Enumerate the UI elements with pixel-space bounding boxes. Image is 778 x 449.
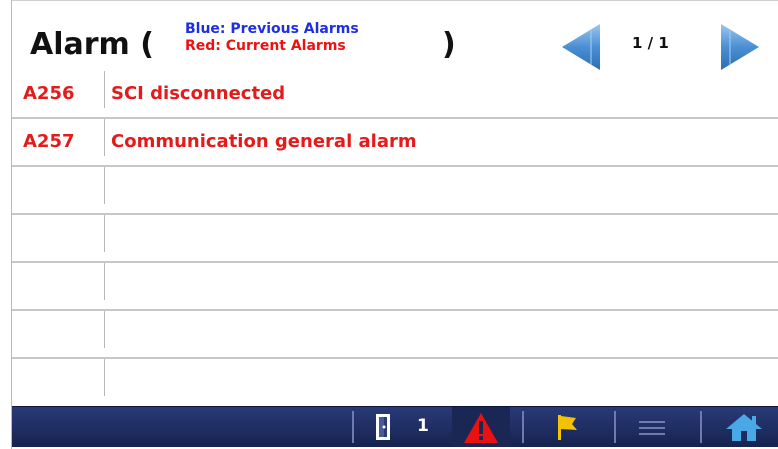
home-icon[interactable]	[724, 412, 764, 442]
legend-previous-alarms: Blue: Previous Alarms	[185, 21, 359, 37]
alarm-row[interactable]: A256 SCI disconnected	[12, 71, 778, 119]
column-divider	[104, 119, 105, 156]
column-divider	[104, 311, 105, 348]
alarm-count: 1	[417, 416, 429, 436]
alarm-row[interactable]	[12, 311, 778, 359]
flag-icon[interactable]	[552, 412, 582, 442]
left-arrow-icon	[562, 24, 600, 70]
alarm-status-cell[interactable]	[452, 407, 510, 447]
alarm-list: A256 SCI disconnected A257 Communication…	[12, 71, 778, 407]
legend-current-alarms: Red: Current Alarms	[185, 38, 346, 54]
previous-page-button[interactable]	[560, 21, 604, 73]
alarm-code: A257	[23, 131, 75, 152]
page-title: Alarm (	[30, 27, 154, 62]
column-divider	[104, 215, 105, 252]
page-indicator: 1 / 1	[632, 34, 669, 52]
alarm-row[interactable]	[12, 215, 778, 263]
statusbar-divider	[700, 411, 702, 443]
statusbar-divider	[352, 411, 354, 443]
statusbar-divider	[614, 411, 616, 443]
status-bar: 1	[12, 406, 778, 447]
alarm-row[interactable]: A257 Communication general alarm	[12, 119, 778, 167]
next-page-button[interactable]	[717, 21, 761, 73]
alarm-color-legend: Blue: Previous Alarms Red: Current Alarm…	[185, 21, 359, 55]
door-icon[interactable]	[369, 412, 399, 442]
alarm-code: A256	[23, 83, 75, 104]
alarm-description: SCI disconnected	[111, 83, 286, 104]
column-divider	[104, 71, 105, 108]
alarm-row[interactable]	[12, 263, 778, 311]
alarm-warning-icon	[464, 413, 498, 443]
title-close-paren: )	[442, 27, 456, 62]
alarm-description: Communication general alarm	[111, 131, 417, 152]
alarm-row[interactable]	[12, 359, 778, 407]
alarm-header: Alarm ( Blue: Previous Alarms Red: Curre…	[12, 1, 778, 73]
column-divider	[104, 359, 105, 396]
alarm-row[interactable]	[12, 167, 778, 215]
menu-icon[interactable]	[637, 412, 667, 442]
column-divider	[104, 167, 105, 204]
right-arrow-icon	[721, 24, 759, 70]
column-divider	[104, 263, 105, 300]
statusbar-divider	[522, 411, 524, 443]
alarm-screen: Alarm ( Blue: Previous Alarms Red: Curre…	[11, 0, 778, 449]
